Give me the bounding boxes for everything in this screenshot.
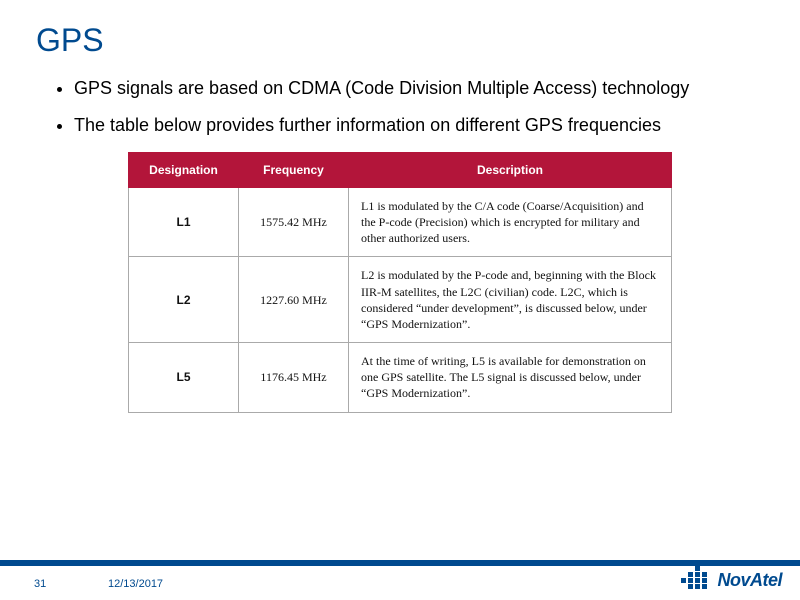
footer-accent-bar [0,560,800,566]
logo-mark-icon [681,566,711,594]
cell-description: At the time of writing, L5 is available … [349,343,672,413]
novatel-logo: NovAtel [681,566,782,594]
gps-table-wrap: Designation Frequency Description L1 157… [128,152,672,413]
footer-date: 12/13/2017 [108,578,163,590]
col-header-designation: Designation [129,152,239,187]
cell-designation: L2 [129,257,239,343]
table-row: L2 1227.60 MHz L2 is modulated by the P-… [129,257,672,343]
gps-frequency-table: Designation Frequency Description L1 157… [128,152,672,413]
slide: GPS GPS signals are based on CDMA (Code … [0,0,800,600]
cell-frequency: 1227.60 MHz [239,257,349,343]
table-row: L1 1575.42 MHz L1 is modulated by the C/… [129,187,672,257]
page-number: 31 [34,578,46,590]
col-header-frequency: Frequency [239,152,349,187]
page-title: GPS [0,0,800,59]
table-row: L5 1176.45 MHz At the time of writing, L… [129,343,672,413]
logo-text: NovAtel [717,570,782,591]
cell-designation: L1 [129,187,239,257]
cell-frequency: 1176.45 MHz [239,343,349,413]
col-header-description: Description [349,152,672,187]
bullet-item: GPS signals are based on CDMA (Code Divi… [74,77,760,100]
cell-description: L2 is modulated by the P-code and, begin… [349,257,672,343]
cell-frequency: 1575.42 MHz [239,187,349,257]
bullet-item: The table below provides further informa… [74,114,760,137]
slide-footer: 31 12/13/2017 NovAtel [0,558,800,600]
cell-description: L1 is modulated by the C/A code (Coarse/… [349,187,672,257]
bullet-list: GPS signals are based on CDMA (Code Divi… [0,59,800,138]
cell-designation: L5 [129,343,239,413]
table-header-row: Designation Frequency Description [129,152,672,187]
